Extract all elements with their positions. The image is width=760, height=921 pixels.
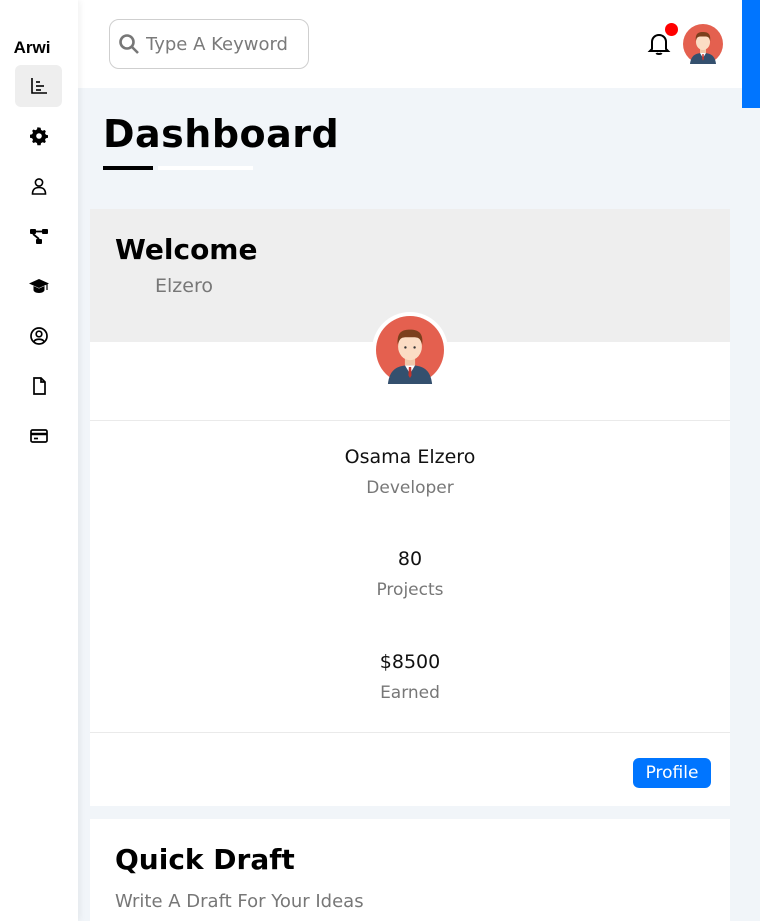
title-underline-secondary [158,166,253,170]
quick-draft-title: Quick Draft [115,843,295,876]
sidebar-item-settings[interactable] [15,115,62,157]
top-header [78,0,742,88]
title-underline [103,166,153,170]
graduation-cap-icon [28,279,49,293]
credit-card-icon [29,429,48,443]
search-icon [119,34,139,54]
sidebar-item-courses[interactable] [15,265,62,307]
search-box[interactable] [109,19,309,69]
earned-value: $8500 [379,651,441,673]
sidebar-item-plans[interactable] [15,415,62,457]
projects-label: Projects [376,580,444,600]
user-name: Osama Elzero [344,446,476,468]
user-info: Osama Elzero Developer [90,446,730,498]
user-icon [31,178,46,195]
page-title: Dashboard [103,112,340,156]
avatar-image [376,316,444,384]
earned-label: Earned [380,683,440,703]
user-circle-icon [29,327,48,345]
projects-stat: 80 Projects [90,548,730,600]
avatar[interactable] [683,24,723,64]
sidebar-item-files[interactable] [15,365,62,407]
scrollbar-thumb[interactable] [742,0,760,108]
scrollbar-track[interactable] [742,0,760,921]
gear-icon [29,127,48,146]
user-avatar [372,312,448,388]
sidebar: Arwi [0,0,78,921]
welcome-heading: Welcome [115,233,258,266]
sidebar-item-projects[interactable] [15,215,62,257]
sidebar-item-profile[interactable] [15,165,62,207]
welcome-card: Welcome Elzero Osama Elzero Developer 80… [90,209,730,806]
file-icon [32,377,46,395]
projects-value: 80 [397,548,423,570]
divider [90,732,730,733]
quick-draft-subtitle: Write A Draft For Your Ideas [115,891,364,912]
search-input[interactable] [146,33,296,55]
earned-stat: $8500 Earned [90,651,730,703]
profile-button[interactable]: Profile [633,758,711,788]
brand-logo: Arwi [13,38,51,57]
user-role: Developer [366,478,454,498]
sidebar-item-dashboard[interactable] [15,65,62,107]
divider [90,420,730,421]
welcome-name: Elzero [155,275,213,297]
chart-icon [30,78,47,94]
notification-badge [665,23,678,36]
sidebar-item-friends[interactable] [15,315,62,357]
quick-draft-card: Quick Draft Write A Draft For Your Ideas [90,819,730,921]
diagram-icon [29,229,48,244]
